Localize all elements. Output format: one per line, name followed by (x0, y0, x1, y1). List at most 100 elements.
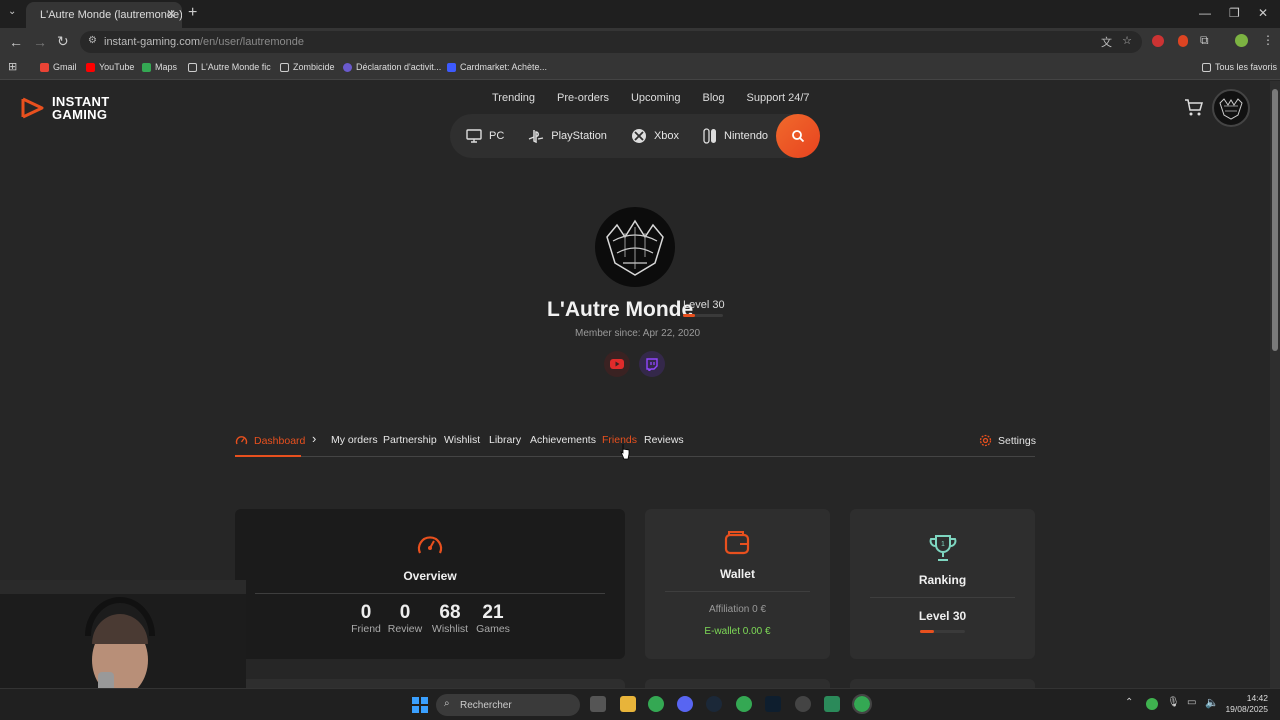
youtube-link[interactable] (604, 351, 630, 377)
profile-name: L'Autre Monde (547, 298, 694, 321)
stat-value: 21 (482, 602, 504, 623)
instant-gaming-logo[interactable]: INSTANT GAMING (20, 95, 109, 121)
twitch-link[interactable] (639, 351, 665, 377)
platform-pc[interactable]: PC (466, 129, 504, 143)
nav-blog[interactable]: Blog (703, 92, 725, 104)
chrome-profile-icon[interactable] (736, 696, 752, 712)
bookmark-declaration[interactable]: Déclaration d'activit... (343, 62, 441, 72)
tab-title: L'Autre Monde (lautremonde) s (40, 9, 182, 21)
extension-adblock-icon[interactable] (1152, 35, 1164, 47)
folder-icon (188, 62, 197, 72)
profile-level: Level 30 (683, 299, 725, 311)
search-button[interactable] (776, 114, 820, 158)
platform-playstation[interactable]: PlayStation (528, 129, 607, 143)
windows-start-icon[interactable] (412, 697, 428, 713)
avatar-image (1219, 98, 1243, 120)
close-tab-icon[interactable]: ✕ (166, 7, 176, 21)
minimize-icon[interactable]: — (1199, 6, 1211, 20)
scrollbar-thumb[interactable] (1272, 89, 1278, 351)
extensions-puzzle-icon[interactable]: ⧉ (1200, 33, 1209, 48)
task-view-icon[interactable] (590, 696, 606, 712)
wallet-title: Wallet (720, 567, 755, 581)
mouse-cursor-icon (620, 444, 630, 460)
url-bar[interactable]: ⚙ instant-gaming.com/en/user/lautremonde… (80, 31, 1142, 53)
tab-library[interactable]: Library (489, 434, 521, 446)
platform-nintendo[interactable]: Nintendo (703, 128, 768, 144)
tab-achievements[interactable]: Achievements (530, 434, 596, 446)
profile-icon[interactable] (1235, 34, 1248, 47)
user-avatar-button[interactable] (1212, 89, 1250, 127)
overview-title: Overview (403, 569, 457, 583)
bookmark-youtube[interactable]: YouTube (86, 62, 134, 72)
stat-label: Review (387, 623, 423, 635)
site-info-icon[interactable]: ⚙ (88, 35, 97, 46)
profile-level-progress (683, 314, 723, 317)
bookmark-maps[interactable]: Maps (142, 62, 177, 72)
monitor-icon (466, 129, 482, 143)
chrome-active-icon[interactable] (852, 694, 872, 714)
tray-app-icon[interactable] (1146, 698, 1158, 710)
folder-icon (280, 62, 289, 72)
chrome-icon[interactable] (648, 696, 664, 712)
apps-grid-icon[interactable]: ⊞ (8, 60, 17, 73)
microphone-icon[interactable]: 🎙 (1167, 697, 1180, 708)
search-icon: ⌕ (444, 698, 450, 709)
notes-app-icon[interactable] (824, 696, 840, 712)
back-icon[interactable]: ← (9, 34, 23, 50)
instant-gaming-logo-icon (21, 97, 44, 119)
cart-icon[interactable] (1184, 97, 1204, 117)
file-explorer-icon[interactable] (620, 696, 636, 712)
network-icon[interactable]: ▭ (1187, 697, 1196, 708)
level-progress-fill (683, 314, 695, 317)
affiliation-balance: Affiliation 0 € (708, 604, 767, 615)
bookmark-gmail[interactable]: Gmail (40, 62, 77, 72)
overview-card[interactable]: Overview 0 Friend 0 Review 68 Wishlist 21 Ga… (235, 509, 625, 659)
bookmark-cardmarket[interactable]: Cardmarket: Achète... (447, 62, 547, 72)
search-icon (792, 130, 805, 143)
restore-icon[interactable]: ❐ (1229, 6, 1240, 20)
nav-preorders[interactable]: Pre-orders (557, 92, 609, 104)
nav-support[interactable]: Support 24/7 (747, 92, 810, 104)
tab-wishlist[interactable]: Wishlist (444, 434, 480, 446)
forward-icon[interactable]: → (33, 34, 47, 50)
tab-my-orders[interactable]: My orders (331, 434, 378, 446)
discord-icon[interactable] (677, 696, 693, 712)
nav-trending[interactable]: Trending (492, 92, 535, 104)
taskbar-search[interactable]: ⌕ Rechercher (436, 694, 580, 716)
obs-icon[interactable] (795, 696, 811, 712)
platform-xbox[interactable]: Xbox (631, 128, 679, 144)
browser-tab[interactable]: L'Autre Monde (lautremonde) s ✕ (26, 2, 182, 28)
translate-icon[interactable]: 文 (1101, 34, 1112, 50)
nav-upcoming[interactable]: Upcoming (631, 92, 681, 104)
chevron-up-icon[interactable]: ⌃ (1125, 697, 1133, 708)
bookmark-folder-lautremonde[interactable]: L'Autre Monde fic (188, 62, 271, 72)
wallet-card[interactable]: Wallet Affiliation 0 € E-wallet 0.00 € (645, 509, 830, 659)
settings-link[interactable]: Settings (979, 434, 1036, 447)
url-path: /en/user/lautremonde (200, 36, 304, 48)
browser-tab-bar: ⌄ L'Autre Monde (lautremonde) s ✕ + — ❐ … (0, 0, 1280, 28)
wallet-icon (724, 531, 750, 555)
new-tab-icon[interactable]: + (188, 4, 197, 22)
ranking-level: Level 30 (918, 609, 967, 623)
page-scrollbar[interactable] (1270, 81, 1280, 688)
extension-icon[interactable] (1178, 35, 1188, 47)
tab-list-icon[interactable]: ⌄ (8, 6, 16, 17)
tab-partnership[interactable]: Partnership (383, 434, 437, 446)
card-partial (645, 679, 830, 688)
system-clock[interactable]: 14:42 19/08/2025 (1224, 693, 1268, 715)
active-tab-indicator (235, 455, 301, 457)
steam-icon[interactable] (706, 696, 722, 712)
tab-dashboard[interactable]: Dashboard (235, 434, 305, 447)
reload-icon[interactable]: ↻ (57, 33, 69, 50)
ranking-card[interactable]: 1 Ranking Level 30 (850, 509, 1035, 659)
all-bookmarks[interactable]: Tous les favoris (1202, 62, 1277, 72)
address-toolbar: ← → ↻ ⚙ instant-gaming.com/en/user/lautr… (0, 28, 1280, 56)
platform-label: Nintendo (724, 130, 769, 142)
app-icon[interactable] (765, 696, 781, 712)
volume-icon[interactable]: 🔈 (1205, 696, 1219, 709)
tab-reviews[interactable]: Reviews (644, 434, 684, 446)
bookmark-folder-zombicide[interactable]: Zombicide (280, 62, 335, 72)
browser-menu-icon[interactable]: ⋮ (1262, 33, 1274, 47)
close-window-icon[interactable]: ✕ (1258, 6, 1268, 20)
bookmark-star-icon[interactable]: ☆ (1122, 34, 1132, 47)
